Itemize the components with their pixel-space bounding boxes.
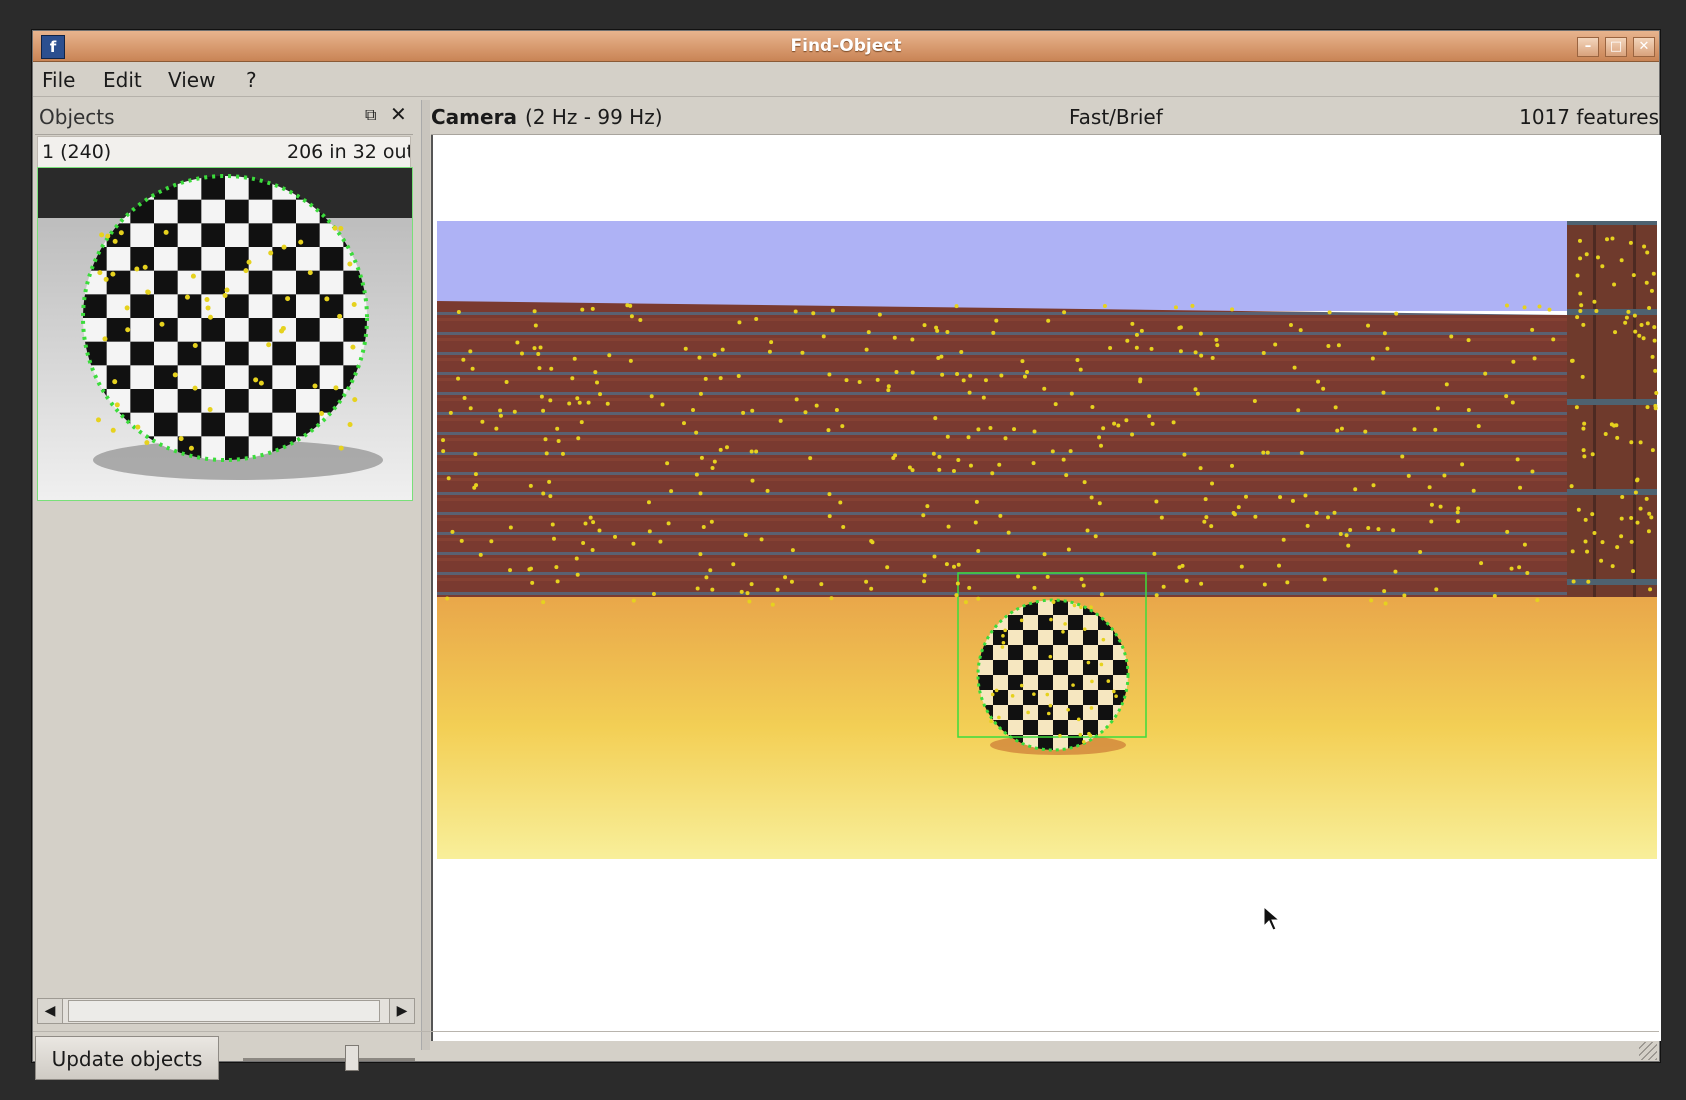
scrollbar-thumb[interactable]: [68, 1000, 380, 1022]
detector-descriptor: Fast/Brief: [1069, 105, 1163, 129]
objects-dock-header: Objects ⧉ ✕: [35, 100, 413, 135]
minimize-icon[interactable]: –: [1577, 37, 1599, 57]
find-object-window: f Find-Object – □ ✕ File Edit View ? Obj…: [32, 30, 1661, 1080]
object-thumbnail[interactable]: [37, 167, 413, 501]
close-dock-icon[interactable]: ✕: [390, 104, 407, 124]
resize-grip-icon[interactable]: [1639, 1042, 1657, 1060]
camera-name: Camera: [431, 105, 517, 129]
feature-count: 1017 features: [1519, 105, 1659, 129]
side-wall: [1567, 221, 1657, 601]
mouse-cursor-icon: [1263, 906, 1281, 931]
object-thumbnail-image: [38, 168, 412, 500]
camera-rate: (2 Hz - 99 Hz): [525, 105, 663, 129]
scroll-right-icon[interactable]: ▶: [389, 999, 414, 1023]
sky-region: [437, 221, 1567, 311]
window-title: Find-Object: [790, 36, 902, 56]
camera-header: Camera (2 Hz - 99 Hz) Fast/Brief 1017 fe…: [431, 100, 1659, 135]
menu-file[interactable]: File: [42, 68, 75, 92]
scroll-left-icon[interactable]: ◀: [38, 999, 63, 1023]
menu-edit[interactable]: Edit: [103, 68, 142, 92]
status-bar: [33, 1031, 1659, 1062]
camera-view[interactable]: [431, 135, 1661, 1041]
panel-splitter[interactable]: [421, 100, 430, 1050]
object-header[interactable]: 1 (240) 206 in 32 out: [37, 136, 411, 168]
float-dock-icon[interactable]: ⧉: [365, 107, 381, 123]
object-id-label: 1 (240): [42, 141, 112, 163]
objects-dock-title: Objects: [39, 105, 115, 129]
title-bar[interactable]: f Find-Object – □ ✕: [33, 31, 1659, 62]
menu-bar: File Edit View ?: [33, 62, 1659, 97]
wood-wall: [437, 301, 1567, 610]
object-list-scrollbar[interactable]: ◀ ▶: [37, 998, 415, 1024]
close-icon[interactable]: ✕: [1633, 37, 1655, 57]
menu-help[interactable]: ?: [246, 68, 257, 92]
maximize-icon[interactable]: □: [1605, 37, 1627, 57]
objects-dock: Objects ⧉ ✕ 1 (240) 206 in 32 out ◀ ▶ Up…: [35, 100, 415, 1080]
object-inlier-count: 206 in 32 out: [287, 141, 411, 163]
object-list[interactable]: 1 (240) 206 in 32 out: [35, 136, 413, 946]
menu-view[interactable]: View: [168, 68, 215, 92]
camera-scene-image: [433, 135, 1661, 1041]
